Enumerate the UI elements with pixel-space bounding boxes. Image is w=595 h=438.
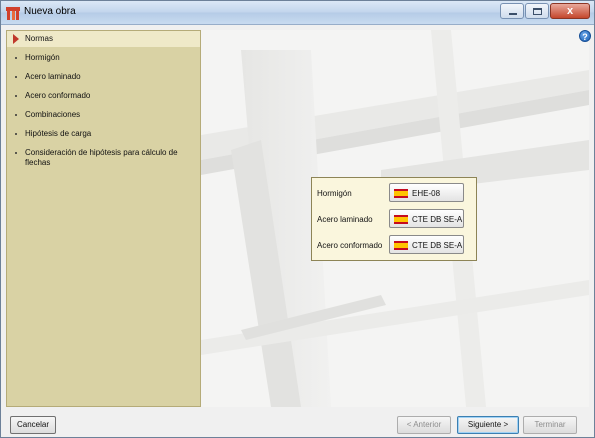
- close-button[interactable]: x: [550, 3, 590, 19]
- finish-button[interactable]: Terminar: [523, 416, 577, 434]
- norm-row-acero-conformado: Acero conformado CTE DB SE-A: [312, 235, 476, 255]
- window-title: Nueva obra: [24, 6, 76, 17]
- norm-label: Acero conformado: [317, 241, 383, 250]
- norms-panel: Hormigón EHE-08 Acero laminado CTE DB SE…: [311, 177, 477, 261]
- sidebar-item-hormigon[interactable]: Hormigón: [7, 50, 200, 66]
- sidebar-item-label: Normas: [25, 34, 54, 43]
- sidebar-item-hipotesis-flechas[interactable]: Consideración de hipótesis para cálculo …: [7, 145, 200, 171]
- bullet-icon: [15, 114, 17, 116]
- norm-select-acero-laminado[interactable]: CTE DB SE-A: [389, 209, 464, 228]
- bullet-icon: [15, 76, 17, 78]
- sidebar-item-label: Consideración de hipótesis para cálculo …: [25, 148, 178, 167]
- minimize-icon: [509, 13, 517, 15]
- sidebar-item-acero-conformado[interactable]: Acero conformado: [7, 88, 200, 104]
- spain-flag-icon: [394, 241, 408, 250]
- sidebar-item-label: Hipótesis de carga: [25, 129, 92, 138]
- footer-bar: Cancelar < Anterior Siguiente > Terminar: [1, 407, 594, 437]
- bullet-icon: [15, 133, 17, 135]
- current-step-icon: [13, 34, 19, 44]
- dialog-window: Nueva obra x Normas Hormigón Acero lamin…: [0, 0, 595, 438]
- sidebar-item-label: Acero conformado: [25, 91, 91, 100]
- norm-row-hormigon: Hormigón EHE-08: [312, 183, 476, 203]
- spain-flag-icon: [394, 215, 408, 224]
- norm-select-hormigon[interactable]: EHE-08: [389, 183, 464, 202]
- sidebar-item-combinaciones[interactable]: Combinaciones: [7, 107, 200, 123]
- app-icon: [6, 7, 20, 20]
- next-button[interactable]: Siguiente >: [457, 416, 519, 434]
- close-icon: x: [566, 5, 574, 17]
- norm-value: EHE-08: [412, 189, 441, 198]
- sidebar-item-acero-laminado[interactable]: Acero laminado: [7, 69, 200, 85]
- maximize-button[interactable]: [525, 3, 549, 19]
- title-bar[interactable]: Nueva obra x: [1, 1, 594, 25]
- norm-value: CTE DB SE-A: [412, 215, 463, 224]
- help-icon[interactable]: ?: [579, 30, 591, 42]
- previous-button[interactable]: < Anterior: [397, 416, 451, 434]
- minimize-button[interactable]: [500, 3, 524, 19]
- bullet-icon: [15, 57, 17, 59]
- sidebar-item-label: Hormigón: [25, 53, 60, 62]
- bullet-icon: [15, 152, 17, 154]
- norm-value: CTE DB SE-A: [412, 241, 463, 250]
- sidebar-item-label: Acero laminado: [25, 72, 81, 81]
- sidebar-item-normas[interactable]: Normas: [7, 31, 200, 47]
- sidebar-item-label: Combinaciones: [25, 110, 81, 119]
- sidebar-item-hipotesis-carga[interactable]: Hipótesis de carga: [7, 126, 200, 142]
- spain-flag-icon: [394, 189, 408, 198]
- maximize-icon: [533, 8, 542, 15]
- norm-select-acero-conformado[interactable]: CTE DB SE-A: [389, 235, 464, 254]
- wizard-steps-sidebar: Normas Hormigón Acero laminado Acero con…: [6, 30, 201, 407]
- norm-label: Hormigón: [317, 189, 352, 198]
- bullet-icon: [15, 95, 17, 97]
- norm-label: Acero laminado: [317, 215, 373, 224]
- cancel-button[interactable]: Cancelar: [10, 416, 56, 434]
- norm-row-acero-laminado: Acero laminado CTE DB SE-A: [312, 209, 476, 229]
